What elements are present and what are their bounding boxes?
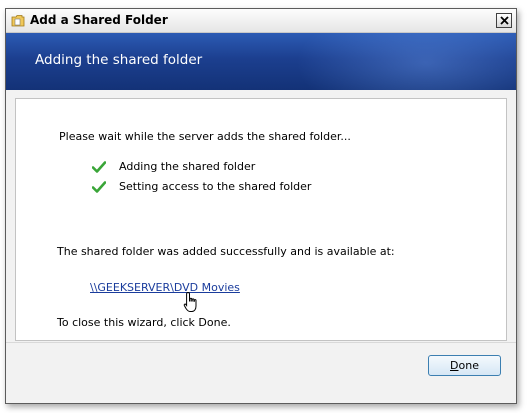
- banner-glow: [296, 33, 516, 90]
- folder-share-icon: [11, 15, 25, 27]
- intro-text: Please wait while the server adds the sh…: [59, 130, 351, 143]
- window-title: Add a Shared Folder: [30, 13, 168, 27]
- footer-divider: [6, 342, 516, 343]
- done-button-accelerator: D: [450, 359, 459, 372]
- done-button-label: one: [458, 359, 479, 372]
- close-instruction: To close this wizard, click Done.: [57, 316, 231, 329]
- done-button[interactable]: Done: [428, 355, 501, 376]
- success-message: The shared folder was added successfully…: [57, 245, 395, 258]
- hand-cursor-icon: [183, 291, 197, 312]
- step-label: Setting access to the shared folder: [119, 180, 312, 193]
- step-label: Adding the shared folder: [119, 160, 256, 173]
- content-panel: Please wait while the server adds the sh…: [15, 98, 507, 341]
- add-shared-folder-dialog: Add a Shared Folder Adding the shared fo…: [5, 8, 517, 404]
- share-path-link[interactable]: \\GEEKSERVER\DVD Movies: [90, 281, 240, 294]
- checkmark-icon: [92, 181, 106, 193]
- title-bar[interactable]: Add a Shared Folder: [6, 9, 516, 33]
- close-button[interactable]: [496, 13, 512, 28]
- banner-title: Adding the shared folder: [35, 52, 203, 68]
- close-icon: [499, 16, 509, 25]
- checkmark-icon: [92, 161, 106, 173]
- header-banner: Adding the shared folder: [6, 33, 516, 90]
